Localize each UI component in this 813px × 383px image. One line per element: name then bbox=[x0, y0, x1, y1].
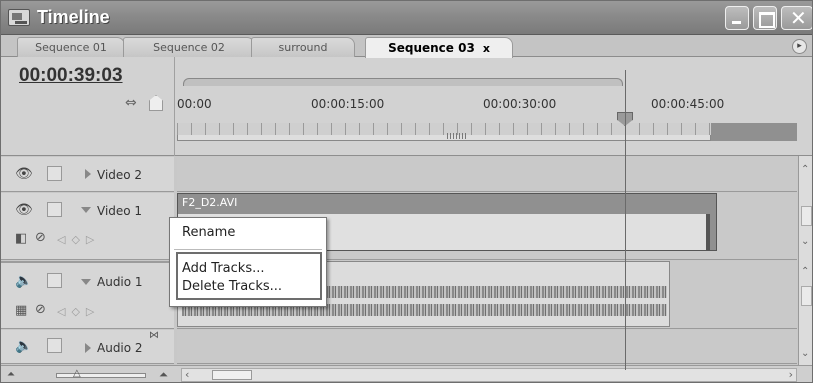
scroll-down-icon[interactable]: ⌄ bbox=[801, 348, 809, 359]
menu-separator bbox=[174, 249, 322, 250]
eye-icon[interactable]: 👁 bbox=[15, 202, 33, 218]
tab-label: surround bbox=[278, 41, 328, 54]
expand-track-icon[interactable] bbox=[85, 343, 91, 353]
eye-icon[interactable]: 👁 bbox=[15, 166, 33, 182]
collapse-track-icon[interactable] bbox=[81, 207, 91, 213]
speaker-icon[interactable]: 🔈 bbox=[15, 273, 33, 289]
track-lock-icon[interactable] bbox=[47, 202, 62, 217]
show-keyframes-icon[interactable]: ⊘ bbox=[35, 230, 51, 245]
track-name: Video 1 bbox=[97, 204, 143, 218]
playhead-line bbox=[625, 70, 626, 370]
work-area-bar[interactable] bbox=[183, 78, 623, 86]
menu-item-rename[interactable]: Rename bbox=[182, 225, 235, 240]
speaker-icon[interactable]: 🔈 bbox=[15, 338, 33, 354]
track-header-video-1[interactable]: 👁 Video 1 ◧ ⊘ ◁◇▷ bbox=[1, 193, 174, 260]
track-context-menu: Rename Add Tracks... Delete Tracks... bbox=[169, 217, 327, 307]
tab-label: Sequence 02 bbox=[153, 41, 225, 54]
close-button[interactable]: ✕ bbox=[781, 6, 812, 30]
set-marker-icon[interactable] bbox=[149, 95, 163, 111]
waveform-display-icon[interactable]: ▦ bbox=[15, 303, 31, 318]
time-ruler[interactable] bbox=[177, 121, 797, 141]
scroll-thumb[interactable] bbox=[801, 286, 812, 306]
panel-menu-button[interactable]: ▸ bbox=[792, 39, 807, 54]
time-ruler-labels: 00:00 00:00:15:00 00:00:30:00 00:00:45:0… bbox=[177, 97, 807, 111]
keyframe-nav-icon[interactable]: ◁◇▷ bbox=[57, 233, 100, 246]
tab-sequence-03[interactable]: Sequence 03 x bbox=[365, 37, 513, 58]
collapse-track-icon[interactable] bbox=[81, 279, 91, 285]
clip-name: F2_D2.AVI bbox=[182, 196, 238, 209]
track-header-video-2[interactable]: 👁 Video 2 bbox=[1, 157, 174, 192]
scroll-up-icon[interactable]: ⌃ bbox=[801, 266, 809, 277]
tab-sequence-01[interactable]: Sequence 01 bbox=[17, 37, 125, 57]
display-style-icon[interactable]: ◧ bbox=[15, 231, 31, 246]
track-lock-icon[interactable] bbox=[47, 338, 62, 353]
horizontal-scrollbar[interactable]: ‹ › bbox=[181, 368, 797, 382]
title-bar: Timeline ✕ bbox=[1, 1, 812, 35]
timeline-panel: Timeline ✕ Sequence 01 Sequence 02 surro… bbox=[0, 0, 813, 383]
vertical-scrollbar[interactable]: ⌃ ⌄ ⌃ ⌄ bbox=[798, 156, 812, 366]
timeline-footer: ⏶ △ ⏶ ‹ › bbox=[1, 365, 812, 382]
tab-close-icon[interactable]: x bbox=[483, 42, 490, 55]
tab-surround[interactable]: surround bbox=[251, 37, 355, 57]
scroll-thumb[interactable] bbox=[801, 206, 812, 226]
ruler-label: 00:00 bbox=[177, 97, 212, 111]
maximize-button[interactable] bbox=[753, 6, 777, 30]
scroll-down-icon[interactable]: ⌄ bbox=[801, 236, 809, 247]
zoom-slider-thumb[interactable]: △ bbox=[73, 368, 85, 380]
track-name: Audio 2 bbox=[97, 341, 143, 355]
close-icon: ✕ bbox=[790, 6, 807, 30]
ruler-label: 00:00:15:00 bbox=[311, 97, 385, 111]
expand-track-icon[interactable] bbox=[85, 169, 91, 179]
scroll-right-icon[interactable]: › bbox=[789, 368, 793, 381]
track-lock-icon[interactable] bbox=[47, 273, 62, 288]
zoom-slider[interactable] bbox=[56, 373, 146, 378]
ruler-label: 00:00:45:00 bbox=[651, 97, 725, 111]
tab-label: Sequence 03 bbox=[388, 41, 475, 55]
current-timecode[interactable]: 00:00:39:03 bbox=[19, 65, 123, 87]
zoom-out-icon[interactable]: ⏶ bbox=[7, 369, 15, 380]
ruler-end-region bbox=[711, 123, 797, 141]
viewing-area-grip[interactable] bbox=[447, 133, 467, 139]
track-height-icon[interactable]: ⋈ bbox=[149, 330, 165, 344]
tab-sequence-02[interactable]: Sequence 02 bbox=[123, 37, 255, 57]
keyframe-nav-icon[interactable]: ◁◇▷ bbox=[57, 305, 100, 318]
track-name: Audio 1 bbox=[97, 275, 143, 289]
track-header-audio-1[interactable]: 🔈 Audio 1 ▦ ⊘ ◁◇▷ bbox=[1, 261, 174, 329]
timeline-header: 00:00:39:03 ⇔ 00:00 00:00:15:00 00:00:30… bbox=[1, 57, 812, 156]
menu-item-delete-tracks[interactable]: Delete Tracks... bbox=[182, 279, 282, 294]
snap-icon[interactable]: ⇔ bbox=[125, 95, 145, 111]
sequence-tabs: Sequence 01 Sequence 02 surround Sequenc… bbox=[1, 35, 812, 58]
header-divider bbox=[174, 57, 175, 156]
tab-label: Sequence 01 bbox=[35, 41, 107, 54]
horizontal-scroll-thumb[interactable] bbox=[212, 370, 252, 380]
ruler-label: 00:00:30:00 bbox=[483, 97, 557, 111]
show-keyframes-icon[interactable]: ⊘ bbox=[35, 302, 51, 317]
zoom-in-icon[interactable]: ⏶ bbox=[159, 368, 168, 382]
menu-item-add-tracks[interactable]: Add Tracks... bbox=[182, 261, 265, 276]
minimize-button[interactable] bbox=[725, 6, 749, 30]
scroll-up-icon[interactable]: ⌃ bbox=[801, 164, 809, 175]
track-name: Video 2 bbox=[97, 168, 143, 182]
track-lane-video-2[interactable] bbox=[177, 157, 797, 192]
timeline-app-icon bbox=[8, 9, 30, 26]
track-lock-icon[interactable] bbox=[47, 166, 62, 181]
tracks-area: 👁 Video 2 👁 Video 1 ◧ ⊘ ◁◇▷ F2_D2.AVI 🔈 bbox=[1, 157, 812, 364]
track-header-audio-2[interactable]: 🔈 Audio 2 ⋈ bbox=[1, 330, 174, 364]
viewing-area-bar[interactable] bbox=[177, 135, 711, 141]
window-title: Timeline bbox=[37, 7, 110, 27]
scroll-left-icon[interactable]: ‹ bbox=[185, 368, 189, 381]
track-lane-audio-2[interactable] bbox=[177, 330, 797, 364]
